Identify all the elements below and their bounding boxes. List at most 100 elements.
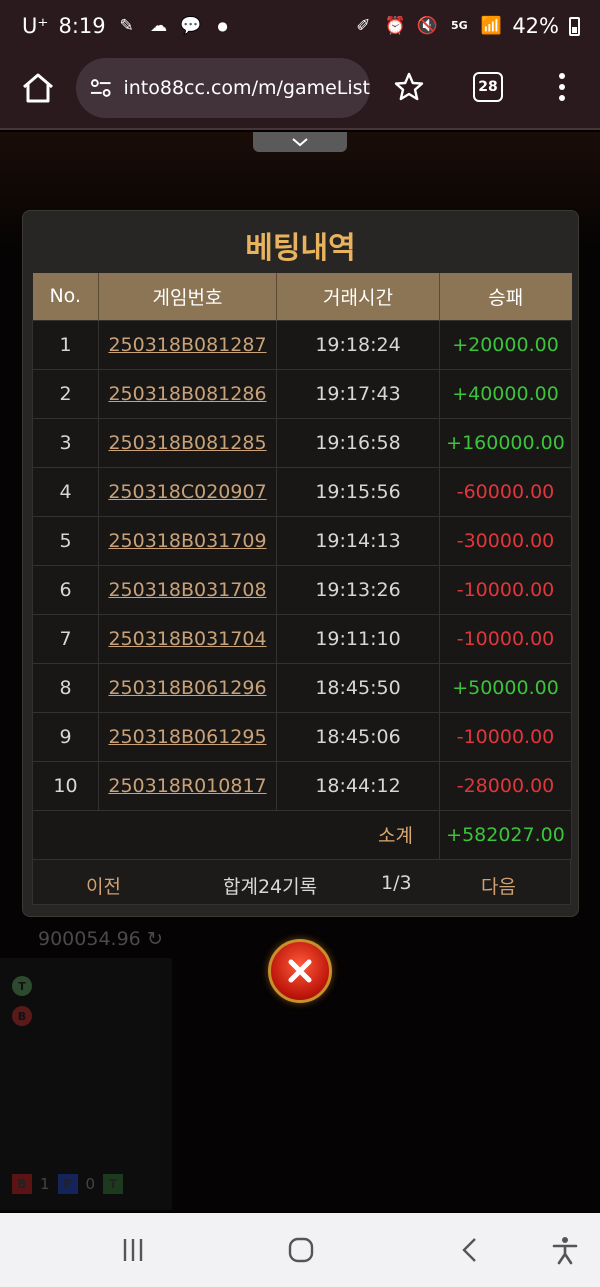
game-id-link[interactable]: 250318R010817 (98, 760, 277, 811)
table-row: 9 250318B061295 18:45:06 -10000.00 (32, 711, 572, 762)
clock: 8:19 (58, 14, 106, 38)
collapse-toolbar-tab[interactable] (253, 132, 347, 152)
refresh-icon[interactable]: ↻ (147, 928, 163, 950)
win-loss-amount: -10000.00 (439, 711, 572, 762)
table-row: 7 250318B031704 19:11:10 -10000.00 (32, 613, 572, 664)
subtotal-row: 소계 +582027.00 (32, 809, 572, 860)
game-id-link[interactable]: 250318B031708 (98, 564, 277, 615)
win-loss-amount: +40000.00 (439, 368, 572, 419)
home-circle-icon (288, 1237, 314, 1263)
close-icon (288, 959, 312, 983)
road-map-panel: T B (0, 958, 172, 1210)
transaction-time: 19:18:24 (276, 319, 440, 370)
game-id-link[interactable]: 250318B031704 (98, 613, 277, 664)
total-records: 합계24기록 (223, 876, 318, 898)
row-number: 2 (32, 368, 99, 419)
game-id-link[interactable]: 250318B031709 (98, 515, 277, 566)
table-row: 10 250318R010817 18:44:12 -28000.00 (32, 760, 572, 811)
screen: U⁺ 8:19 ✎ ☁ 💬 ● ✐ ⏰ 🔇 5G 📶 42% into88cc.… (0, 0, 600, 1287)
chevron-down-icon (292, 138, 308, 147)
subtotal-label: 소계 (32, 809, 440, 860)
transaction-time: 19:15:56 (276, 466, 440, 517)
result-tally: B 1 P 0 T (12, 1174, 124, 1194)
page-indicator: 1/3 (381, 872, 412, 894)
site-settings-icon[interactable] (88, 75, 113, 101)
accessibility-button[interactable] (550, 1235, 580, 1265)
battery-icon (569, 16, 580, 36)
menu-dot (559, 95, 565, 101)
cloud-icon: ☁ (150, 16, 168, 36)
home-icon (23, 73, 53, 103)
more-menu-button[interactable] (552, 70, 572, 104)
browser-toolbar: into88cc.com/m/gameList 28 (0, 56, 600, 130)
tally-tie-badge: T (103, 1174, 124, 1194)
pen-off-icon: ✐ (356, 16, 371, 36)
table-row: 5 250318B031709 19:14:13 -30000.00 (32, 515, 572, 566)
system-navigation-bar (0, 1213, 600, 1287)
menu-dot (559, 84, 565, 90)
road-dot-tie: T (12, 976, 32, 996)
column-header-result: 승패 (439, 273, 572, 320)
subtotal-value: +582027.00 (439, 809, 572, 860)
table-row: 3 250318B081285 19:16:58 +160000.00 (32, 417, 572, 468)
row-number: 8 (32, 662, 99, 713)
transaction-time: 18:44:12 (276, 760, 440, 811)
row-number: 10 (32, 760, 99, 811)
tally-player-count: 0 (85, 1175, 96, 1193)
table-row: 4 250318C020907 19:15:56 -60000.00 (32, 466, 572, 517)
home-nav-button[interactable] (286, 1235, 316, 1265)
tally-banker-count: 1 (40, 1175, 50, 1193)
tab-switcher-button[interactable]: 28 (473, 72, 503, 102)
close-modal-button[interactable] (268, 939, 332, 1003)
win-loss-amount: -30000.00 (439, 515, 572, 566)
url-text[interactable]: into88cc.com/m/gameList (123, 77, 370, 99)
prev-page-button[interactable]: 이전 (86, 872, 121, 899)
win-loss-amount: +50000.00 (439, 662, 572, 713)
win-loss-amount: -28000.00 (439, 760, 572, 811)
table-row: 8 250318B061296 18:45:50 +50000.00 (32, 662, 572, 713)
win-loss-amount: -10000.00 (439, 564, 572, 615)
carrier-label: U⁺ (22, 14, 49, 38)
menu-dot (559, 73, 565, 79)
row-number: 6 (32, 564, 99, 615)
pagination-bar: 이전 합계24기록 1/3 다음 (32, 859, 571, 905)
column-header-time: 거래시간 (276, 273, 440, 320)
talk-icon: 💬 (180, 16, 202, 36)
battery-percent: 42% (512, 14, 559, 38)
transaction-time: 19:16:58 (276, 417, 440, 468)
column-header-no: No. (32, 273, 99, 320)
win-loss-amount: -60000.00 (439, 466, 572, 517)
balance-amount: 900054.96 (38, 928, 141, 950)
status-left: U⁺ 8:19 ✎ ☁ 💬 ● (22, 14, 234, 38)
back-nav-button[interactable] (456, 1235, 486, 1265)
address-bar[interactable]: into88cc.com/m/gameList (76, 58, 370, 118)
table-row: 2 250318B081286 19:17:43 +40000.00 (32, 368, 572, 419)
brush-icon: ✎ (119, 16, 134, 36)
alarm-icon: ⏰ (384, 16, 406, 36)
row-number: 3 (32, 417, 99, 468)
next-page-button[interactable]: 다음 (481, 872, 516, 899)
recent-apps-button[interactable] (118, 1235, 148, 1265)
transaction-time: 19:11:10 (276, 613, 440, 664)
home-button[interactable] (18, 68, 58, 108)
row-number: 9 (32, 711, 99, 762)
game-id-link[interactable]: 250318B081287 (98, 319, 277, 370)
table-row: 6 250318B031708 19:13:26 -10000.00 (32, 564, 572, 615)
transaction-time: 19:13:26 (276, 564, 440, 615)
win-loss-amount: +20000.00 (439, 319, 572, 370)
star-icon (394, 72, 424, 101)
game-id-link[interactable]: 250318B081285 (98, 417, 277, 468)
betting-history-modal: 베팅내역 No. 게임번호 거래시간 승패 1 250318B081287 19:1… (22, 210, 579, 917)
table-body: 1 250318B081287 19:18:24 +20000.00 2 250318B0… (32, 319, 572, 811)
modal-title: 베팅내역 (245, 231, 356, 266)
bookmark-button[interactable] (392, 70, 426, 104)
status-right: ✐ ⏰ 🔇 5G 📶 42% (352, 14, 580, 38)
game-id-link[interactable]: 250318B061296 (98, 662, 277, 713)
game-id-link[interactable]: 250318B061295 (98, 711, 277, 762)
win-loss-amount: +160000.00 (439, 417, 572, 468)
game-id-link[interactable]: 250318C020907 (98, 466, 277, 517)
back-icon (462, 1238, 476, 1262)
status-bar: U⁺ 8:19 ✎ ☁ 💬 ● ✐ ⏰ 🔇 5G 📶 42% (0, 0, 600, 56)
game-id-link[interactable]: 250318B081286 (98, 368, 277, 419)
table-header-row: No. 게임번호 거래시간 승패 (32, 273, 572, 320)
